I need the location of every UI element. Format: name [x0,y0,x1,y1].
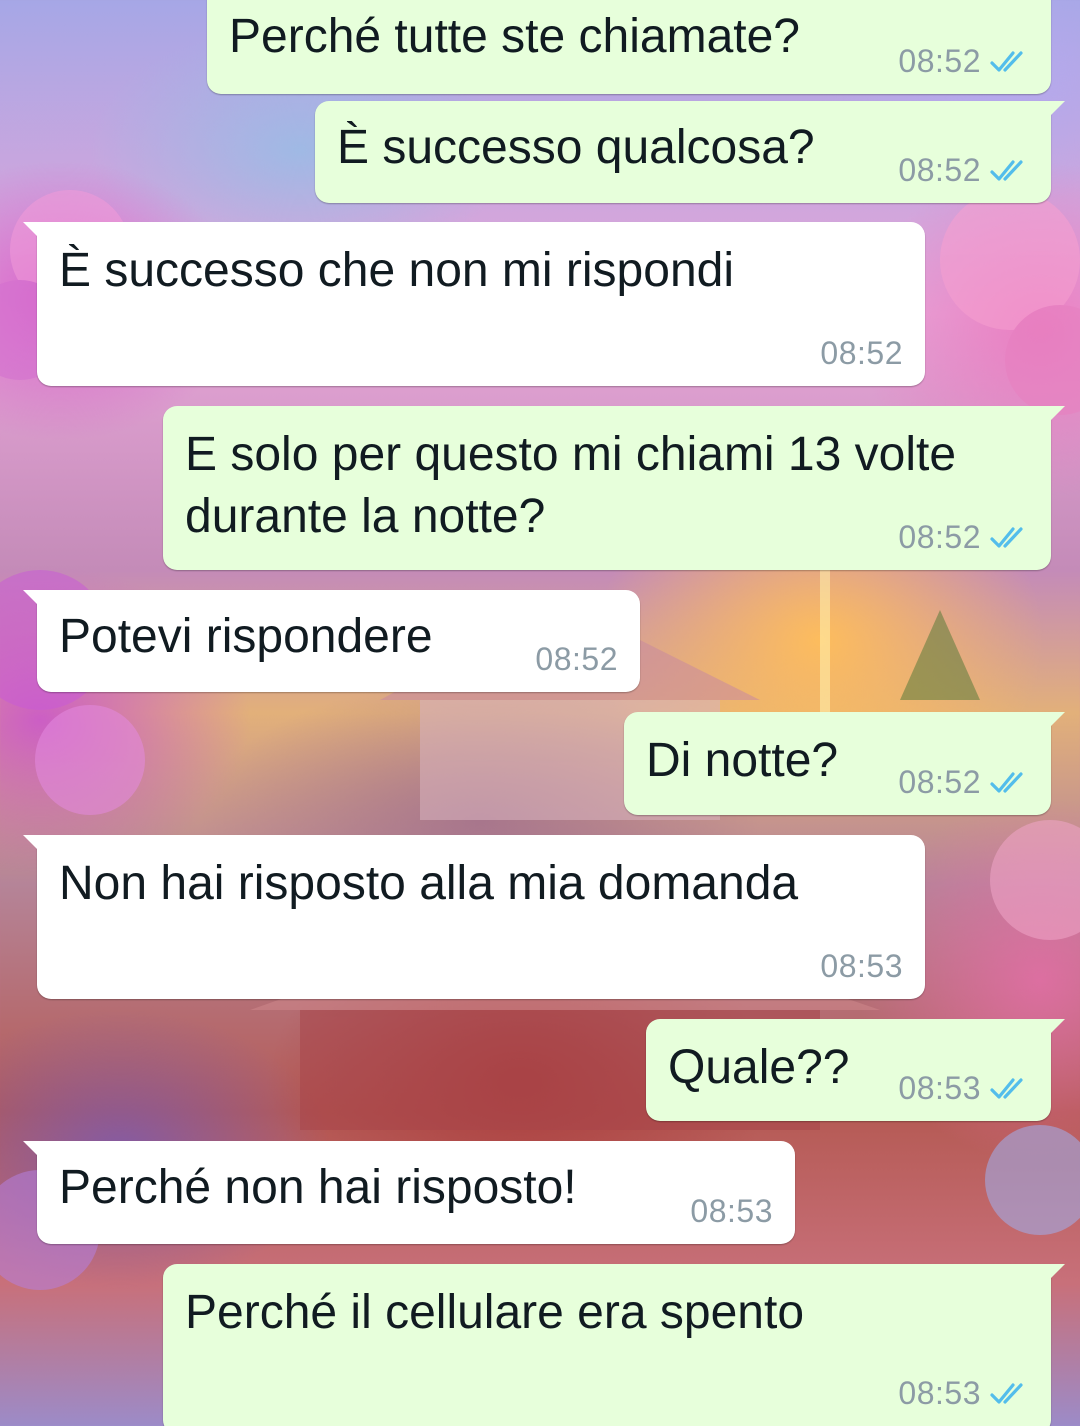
message-text: Di notte? [646,734,839,787]
message-time: 08:52 [898,764,981,800]
outgoing-message[interactable]: E solo per questo mi chiami 13 volte dur… [163,406,1065,570]
outgoing-message[interactable]: Di notte? 08:52 [624,712,1065,815]
incoming-message[interactable]: Non hai risposto alla mia domanda 08:53 [23,835,925,999]
incoming-message[interactable]: Perché non hai risposto! 08:53 [23,1141,795,1244]
message-time: 08:52 [898,43,981,79]
outgoing-message[interactable]: Perché tutte ste chiamate? 08:52 [207,0,1065,94]
message-meta: 08:52 [898,43,1029,80]
message-time: 08:52 [898,152,981,188]
incoming-message[interactable]: Potevi rispondere 08:52 [23,590,640,692]
message-time: 08:52 [898,519,981,555]
message-meta: 08:52 [535,641,618,678]
message-text: Perché tutte ste chiamate? [229,10,800,63]
message-text-line-1: E solo per questo mi chiami 13 volte [185,428,957,481]
message-text: Perché il cellulare era spento [185,1286,805,1339]
message-meta: 08:52 [820,335,903,372]
message-meta: 08:53 [898,1375,1029,1412]
message-time: 08:52 [820,335,903,371]
message-text: Potevi rispondere [59,610,433,663]
message-text: È successo che non mi rispondi [59,244,734,297]
incoming-message[interactable]: È successo che non mi rispondi 08:52 [23,222,925,386]
message-time: 08:53 [820,948,903,984]
double-check-read-icon [990,159,1023,181]
message-text-line-2: durante la notte? [185,490,546,543]
message-meta: 08:53 [898,1070,1029,1107]
message-time: 08:52 [535,641,618,677]
double-check-read-icon [990,1382,1023,1404]
message-meta: 08:53 [820,948,903,985]
message-meta: 08:52 [898,764,1029,801]
outgoing-message[interactable]: Quale?? 08:53 [646,1019,1065,1121]
outgoing-message[interactable]: È successo qualcosa? 08:52 [315,101,1065,203]
message-time: 08:53 [898,1070,981,1106]
message-text: Perché non hai risposto! [59,1161,577,1214]
message-time: 08:53 [898,1375,981,1411]
double-check-read-icon [990,50,1023,72]
message-time: 08:53 [690,1193,773,1229]
message-meta: 08:52 [898,152,1029,189]
message-text: È successo qualcosa? [337,121,815,174]
outgoing-message[interactable]: Perché il cellulare era spento 08:53 [163,1264,1065,1426]
double-check-read-icon [990,526,1023,548]
double-check-read-icon [990,771,1023,793]
message-text: Non hai risposto alla mia domanda [59,857,799,910]
double-check-read-icon [990,1077,1023,1099]
message-meta: 08:53 [690,1193,773,1230]
message-meta: 08:52 [898,519,1029,556]
message-text: Quale?? [668,1041,850,1094]
